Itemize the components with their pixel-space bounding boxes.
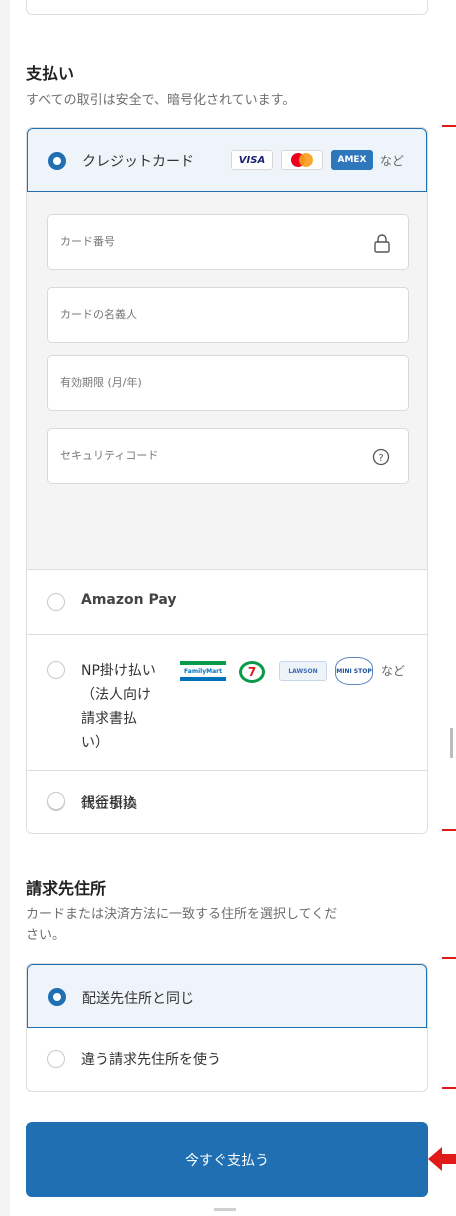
card-number-field[interactable]: カード番号 xyxy=(47,214,409,270)
mastercard-circles xyxy=(291,153,313,167)
payment-option-bank-transfer[interactable]: 銀行振込 xyxy=(27,770,427,833)
previous-section-card xyxy=(26,0,428,15)
np-label-line: 請求書払 xyxy=(81,711,137,727)
bank-label: 銀行振込 xyxy=(81,795,137,811)
amazon-pay-radio[interactable] xyxy=(47,593,65,611)
billing-different-radio[interactable] xyxy=(47,1050,65,1068)
payment-option-np-invoice[interactable]: NP掛け払い （法人向け 請求書払 い） FamilyMart 7 LAWSON… xyxy=(27,635,427,770)
familymart-logo: FamilyMart xyxy=(180,661,226,681)
payment-method-group: クレジットカード VISA AMEX など カード番号 カードの名義人 有効期限… xyxy=(26,127,428,834)
credit-card-radio[interactable] xyxy=(48,152,66,170)
np-label-line: NP掛け払い xyxy=(81,663,156,679)
annotation-mark xyxy=(442,829,456,831)
lawson-logo: LAWSON xyxy=(279,661,327,681)
left-gutter xyxy=(0,0,10,1216)
np-label: NP掛け払い （法人向け 請求書払 い） xyxy=(81,659,156,755)
billing-same-label: 配送先住所と同じ xyxy=(82,991,194,1007)
billing-same-radio[interactable] xyxy=(48,988,66,1006)
amazon-pay-label: Amazon Pay xyxy=(81,592,177,608)
billing-title: 請求先住所 xyxy=(26,879,107,898)
card-form-panel: カード番号 カードの名義人 有効期限 (月/年) セキュリティコード ? xyxy=(27,192,427,570)
billing-address-group: 配送先住所と同じ 違う請求先住所を使う xyxy=(26,963,428,1092)
arrow-left-icon xyxy=(428,1147,456,1171)
credit-card-label: クレジットカード xyxy=(82,154,194,170)
np-more: など xyxy=(381,664,406,678)
mastercard-logo xyxy=(281,150,323,170)
payment-description: すべての取引は安全で、暗号化されています。 xyxy=(26,93,296,108)
expiry-placeholder: 有効期限 (月/年) xyxy=(60,376,142,389)
seven-eleven-logo: 7 xyxy=(239,661,265,683)
ministop-logo: MINI STOP xyxy=(335,657,373,685)
billing-option-same[interactable]: 配送先住所と同じ xyxy=(27,964,427,1028)
billing-option-different[interactable]: 違う請求先住所を使う xyxy=(27,1028,427,1091)
payment-option-amazon-pay[interactable]: Amazon Pay xyxy=(27,571,427,634)
billing-description-line: さい。 xyxy=(26,928,66,943)
billing-description-line: カードまたは決済方法に一致する住所を選択してくだ xyxy=(26,907,338,922)
amex-logo: AMEX xyxy=(331,150,373,170)
card-number-placeholder: カード番号 xyxy=(60,235,115,248)
card-name-field[interactable]: カードの名義人 xyxy=(47,287,409,343)
billing-different-label: 違う請求先住所を使う xyxy=(81,1052,221,1068)
credit-card-more: など xyxy=(380,154,405,168)
payment-title: 支払い xyxy=(26,64,75,83)
np-label-line: （法人向け xyxy=(81,687,151,703)
help-circle-icon[interactable]: ? xyxy=(372,448,390,466)
card-name-placeholder: カードの名義人 xyxy=(60,308,137,321)
pay-now-button[interactable]: 今すぐ支払う xyxy=(26,1122,428,1197)
security-code-placeholder: セキュリティコード xyxy=(60,449,159,462)
scrollbar[interactable] xyxy=(450,728,453,758)
annotation-mark xyxy=(442,1087,456,1089)
annotation-mark xyxy=(442,125,456,127)
drag-handle[interactable] xyxy=(214,1208,236,1211)
annotation-mark xyxy=(442,957,456,959)
billing-description: カードまたは決済方法に一致する住所を選択してくだ さい。 xyxy=(26,904,426,946)
visa-logo: VISA xyxy=(231,150,273,170)
security-code-field[interactable]: セキュリティコード ? xyxy=(47,428,409,484)
lock-icon xyxy=(374,234,390,253)
expiry-field[interactable]: 有効期限 (月/年) xyxy=(47,355,409,411)
bank-radio[interactable] xyxy=(47,792,65,810)
np-label-line: い） xyxy=(81,735,109,751)
np-radio[interactable] xyxy=(47,661,65,679)
svg-text:?: ? xyxy=(378,453,383,464)
payment-option-credit-card[interactable]: クレジットカード VISA AMEX など xyxy=(27,128,427,192)
